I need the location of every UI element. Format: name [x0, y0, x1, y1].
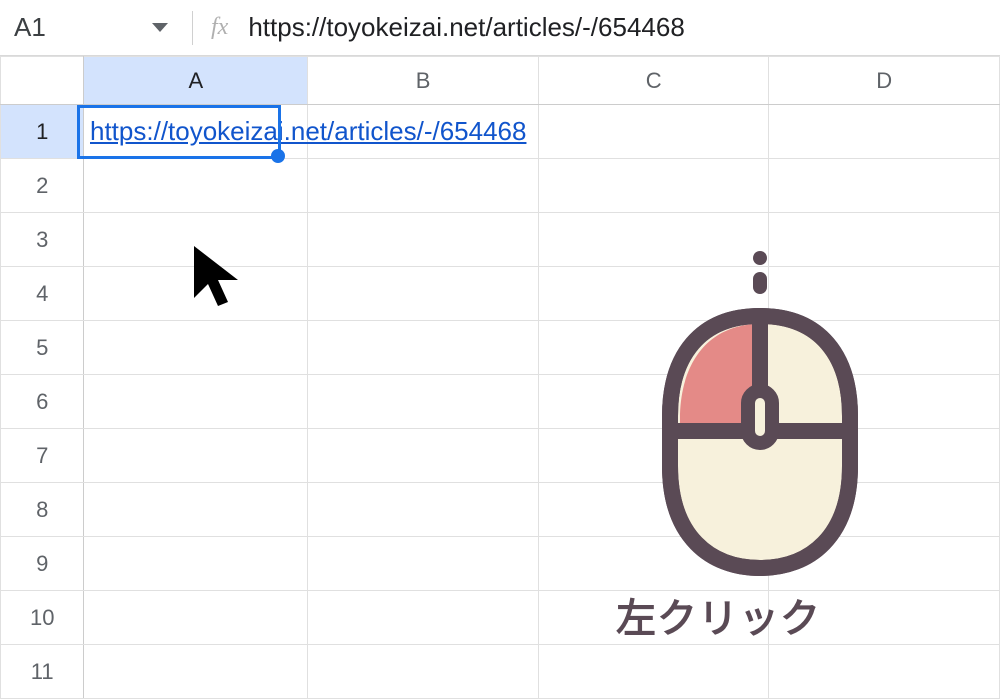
- cell-A11[interactable]: [84, 645, 308, 699]
- cell-D1[interactable]: [769, 105, 1000, 159]
- cell-A5[interactable]: [84, 321, 308, 375]
- name-box[interactable]: A1: [4, 0, 184, 55]
- fx-icon[interactable]: fx: [211, 14, 228, 41]
- cell-A2[interactable]: [84, 159, 308, 213]
- col-header-A[interactable]: A: [84, 57, 308, 105]
- row-header-1[interactable]: 1: [1, 105, 84, 159]
- row-header-9[interactable]: 9: [1, 537, 84, 591]
- col-header-D[interactable]: D: [769, 57, 1000, 105]
- cell-reference: A1: [14, 12, 152, 43]
- cell-B8[interactable]: [308, 483, 539, 537]
- cell-A10[interactable]: [84, 591, 308, 645]
- separator: [192, 11, 193, 45]
- row-header-8[interactable]: 8: [1, 483, 84, 537]
- cell-A9[interactable]: [84, 537, 308, 591]
- cell-B3[interactable]: [308, 213, 539, 267]
- name-box-dropdown-icon[interactable]: [152, 23, 168, 32]
- cell-B2[interactable]: [308, 159, 539, 213]
- row-header-5[interactable]: 5: [1, 321, 84, 375]
- row-header-2[interactable]: 2: [1, 159, 84, 213]
- cell-B11[interactable]: [308, 645, 539, 699]
- mouse-annotation-label: 左クリック: [616, 586, 821, 644]
- formula-input[interactable]: https://toyokeizai.net/articles/-/654468: [248, 12, 996, 43]
- cell-D2[interactable]: [769, 159, 1000, 213]
- row-header-7[interactable]: 7: [1, 429, 84, 483]
- col-header-C[interactable]: C: [538, 57, 769, 105]
- cell-B6[interactable]: [308, 375, 539, 429]
- cell-A1-link[interactable]: https://toyokeizai.net/articles/-/654468: [90, 116, 526, 147]
- formula-bar: A1 fx https://toyokeizai.net/articles/-/…: [0, 0, 1000, 56]
- row-header-6[interactable]: 6: [1, 375, 84, 429]
- cell-C2[interactable]: [538, 159, 769, 213]
- spreadsheet-grid[interactable]: A B C D 1 2 3 4 5 6 7 8 9 10 11: [0, 56, 1000, 699]
- col-header-B[interactable]: B: [308, 57, 539, 105]
- cell-B10[interactable]: [308, 591, 539, 645]
- row-header-4[interactable]: 4: [1, 267, 84, 321]
- row-header-11[interactable]: 11: [1, 645, 84, 699]
- cell-B5[interactable]: [308, 321, 539, 375]
- cell-C11[interactable]: [538, 645, 769, 699]
- cell-D11[interactable]: [769, 645, 1000, 699]
- cell-A7[interactable]: [84, 429, 308, 483]
- select-all-corner[interactable]: [1, 57, 84, 105]
- cell-A6[interactable]: [84, 375, 308, 429]
- mouse-left-click-icon: [640, 246, 880, 581]
- cell-A8[interactable]: [84, 483, 308, 537]
- cell-B9[interactable]: [308, 537, 539, 591]
- cursor-arrow-icon: [190, 242, 250, 327]
- cell-B7[interactable]: [308, 429, 539, 483]
- cell-B4[interactable]: [308, 267, 539, 321]
- row-header-3[interactable]: 3: [1, 213, 84, 267]
- row-header-10[interactable]: 10: [1, 591, 84, 645]
- cell-C1[interactable]: [538, 105, 769, 159]
